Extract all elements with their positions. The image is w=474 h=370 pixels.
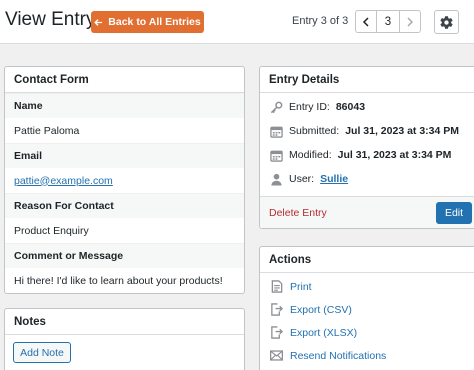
actions-panel: Actions Print Export (CSV) Export (XLSX)… [259, 246, 474, 370]
notes-panel: Notes Add Note [4, 308, 245, 370]
contact-form-panel: Contact Form Name Pattie Paloma Email pa… [4, 66, 245, 294]
settings-button[interactable] [434, 10, 459, 34]
action-print[interactable]: Print [260, 275, 474, 298]
entry-id-value: 86043 [335, 101, 366, 113]
chevron-left-icon [362, 16, 369, 27]
entry-id-label: Entry ID: [289, 101, 330, 113]
calendar-icon [269, 148, 283, 162]
entry-pager: 3 [355, 10, 421, 33]
entry-details-panel: Entry Details Entry ID: 86043 Submitted:… [259, 66, 474, 229]
field-value-name: Pattie Paloma [14, 124, 80, 137]
action-export-csv[interactable]: Export (CSV) [260, 298, 474, 321]
user-row: User: Sullie [260, 167, 474, 191]
envelope-icon [270, 349, 283, 362]
contact-form-title: Contact Form [5, 67, 244, 93]
field-value-reason: Product Enquiry [14, 224, 89, 237]
field-value-email: pattie@example.com [5, 168, 244, 193]
edit-button[interactable]: Edit [436, 202, 472, 224]
actions-title: Actions [260, 247, 474, 273]
field-label-reason: Reason For Contact [5, 193, 244, 218]
current-entry-number[interactable]: 3 [377, 11, 399, 32]
print-icon [270, 280, 283, 293]
modified-row: Modified: Jul 31, 2023 at 3:34 PM [260, 143, 474, 167]
entry-id-row: Entry ID: 86043 [260, 95, 474, 119]
delete-entry-link[interactable]: Delete Entry [269, 207, 327, 219]
field-label-name: Name [5, 93, 244, 118]
entry-counter: Entry 3 of 3 [292, 15, 349, 27]
export-icon [270, 326, 283, 339]
key-icon [269, 100, 283, 114]
user-label: User: [289, 173, 315, 185]
field-label-message: Comment or Message [5, 243, 244, 268]
submitted-label: Submitted: [289, 125, 340, 137]
gear-icon [440, 15, 453, 29]
action-resend-label: Resend Notifications [290, 349, 387, 362]
notes-title: Notes [5, 309, 244, 335]
submitted-value: Jul 31, 2023 at 3:34 PM [345, 125, 460, 137]
user-link[interactable]: Sullie [320, 173, 348, 185]
top-bar: View Entry Back to All Entries Entry 3 o… [0, 0, 474, 44]
user-icon [269, 172, 283, 186]
modified-value: Jul 31, 2023 at 3:34 PM [337, 149, 452, 161]
modified-label: Modified: [289, 149, 332, 161]
arrow-left-icon [94, 18, 103, 26]
chevron-right-icon [407, 16, 414, 27]
action-export-xlsx-label: Export (XLSX) [290, 326, 358, 339]
page-title: View Entry [5, 9, 96, 30]
add-note-button[interactable]: Add Note [13, 342, 71, 363]
submitted-row: Submitted: Jul 31, 2023 at 3:34 PM [260, 119, 474, 143]
action-resend-notifications[interactable]: Resend Notifications [260, 344, 474, 367]
next-entry-button[interactable] [399, 11, 420, 32]
entry-details-footer: Delete Entry Edit [260, 196, 474, 228]
action-print-label: Print [290, 280, 312, 293]
export-icon [270, 303, 283, 316]
email-link[interactable]: pattie@example.com [14, 175, 113, 187]
back-button-label: Back to All Entries [108, 16, 201, 28]
field-label-email: Email [5, 143, 244, 168]
back-to-all-entries-button[interactable]: Back to All Entries [91, 11, 204, 33]
calendar-icon [269, 124, 283, 138]
entry-details-title: Entry Details [260, 67, 474, 93]
previous-entry-button[interactable] [356, 11, 377, 32]
action-export-xlsx[interactable]: Export (XLSX) [260, 321, 474, 344]
action-export-csv-label: Export (CSV) [290, 303, 352, 316]
field-value-message: Hi there! I'd like to learn about your p… [14, 274, 223, 287]
